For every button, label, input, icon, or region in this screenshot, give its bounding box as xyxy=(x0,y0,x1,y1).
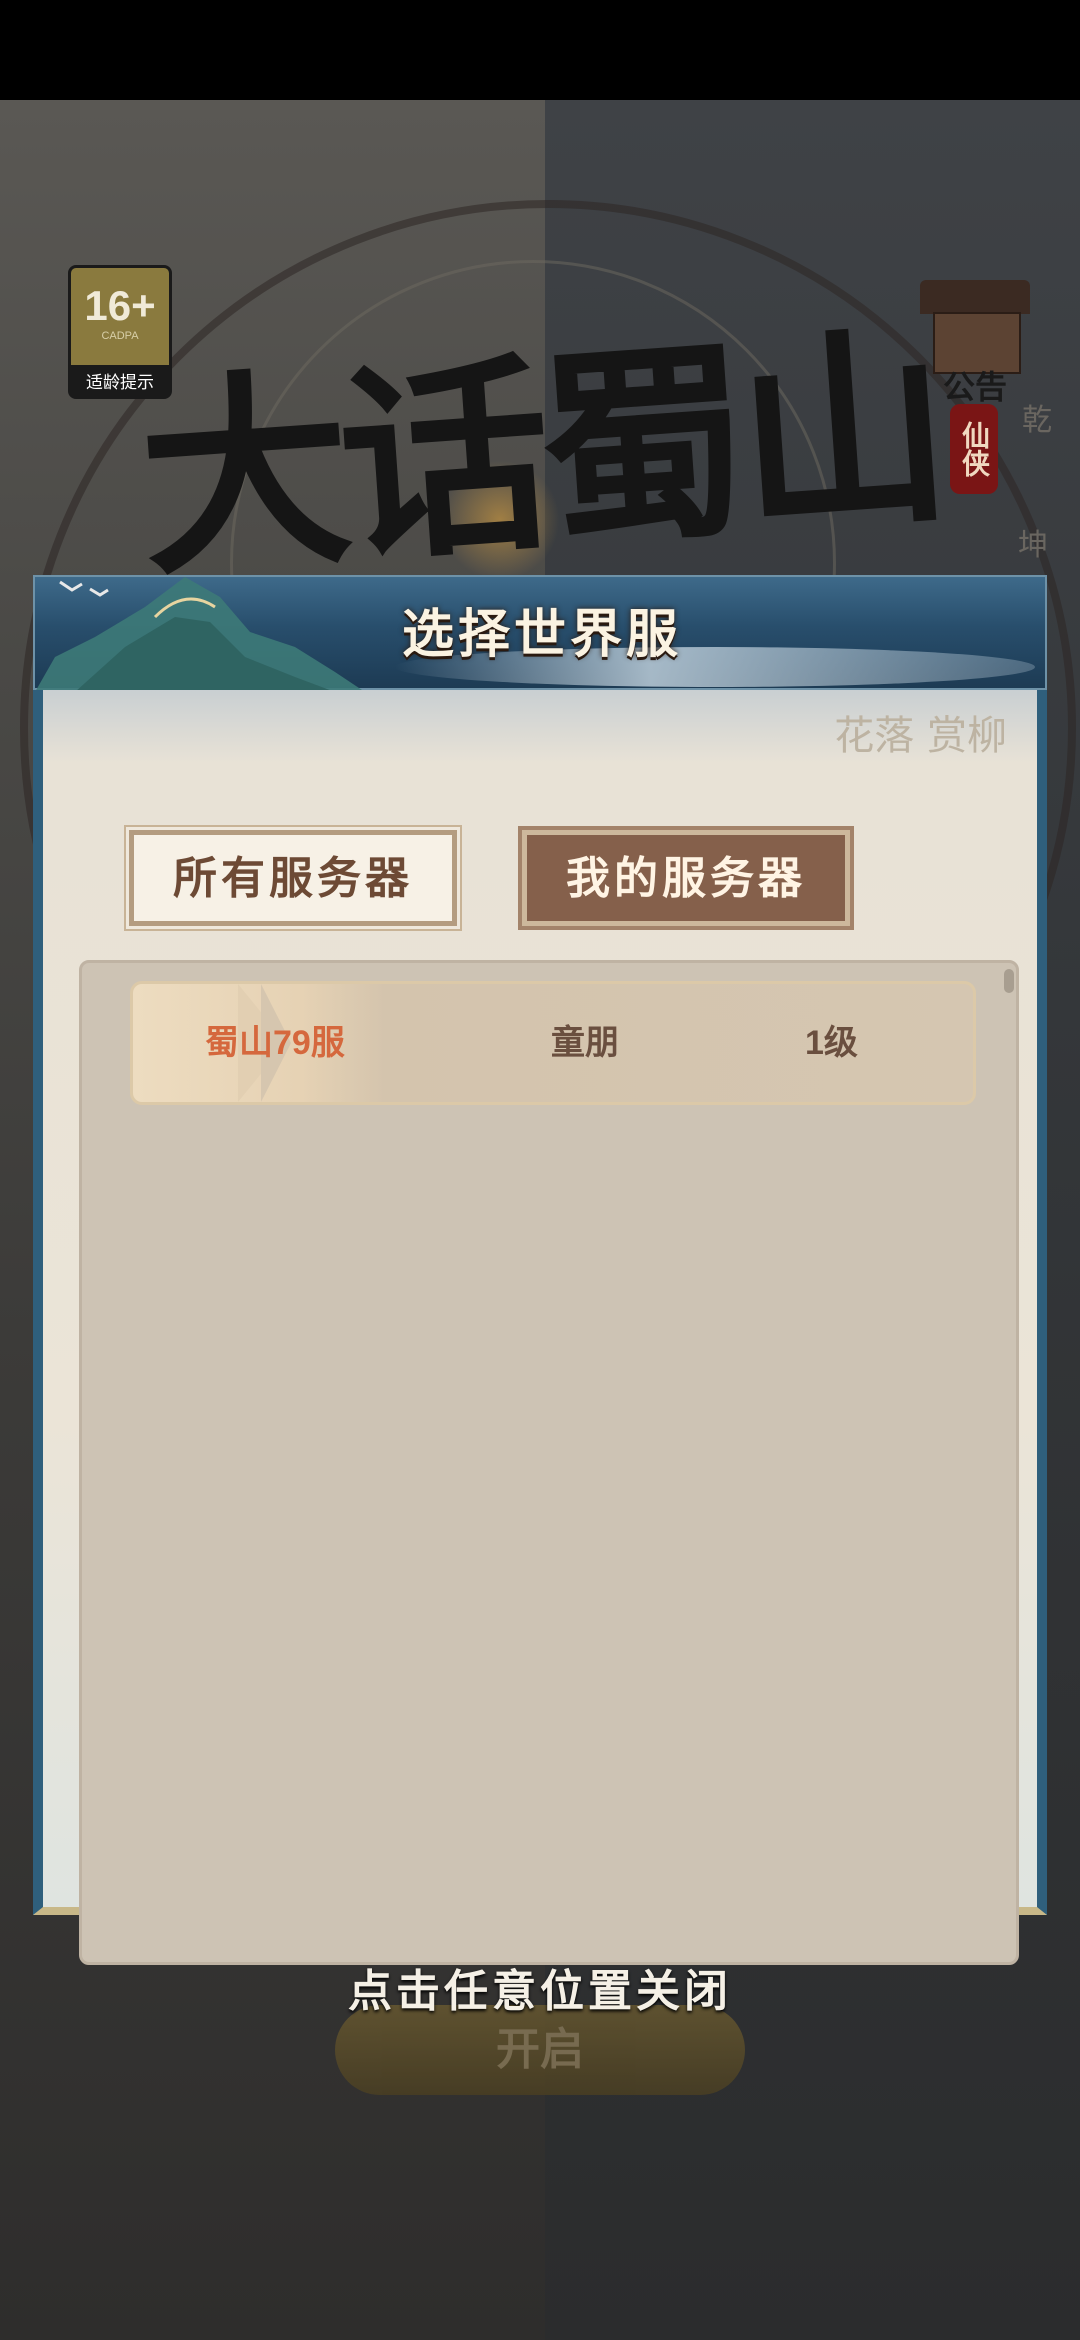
pavilion-icon xyxy=(920,280,1030,314)
close-hint: 点击任意位置关闭 xyxy=(348,1966,732,2017)
dialog-body: 花落 赏柳 所有服务器 我的服务器 蜀山79服 童朋 1级 xyxy=(33,690,1047,1965)
server-name: 蜀山79服 xyxy=(205,1024,345,1062)
game-logo-title: 大话蜀山 xyxy=(132,303,948,606)
server-list[interactable]: 蜀山79服 童朋 1级 xyxy=(79,960,1019,1965)
scrollbar[interactable] xyxy=(1004,969,1014,993)
side-char-qian: 乾 xyxy=(1022,403,1052,438)
calligraphy-decoration: 花落 赏柳 xyxy=(834,713,1007,759)
dialog-header: 选择世界服 xyxy=(33,575,1047,692)
status-bar xyxy=(0,0,1080,100)
age-rating-label: 适龄提示 xyxy=(71,365,169,396)
notice-button[interactable]: 公告 仙侠 xyxy=(915,270,1035,500)
age-rating-number: 16+ xyxy=(84,282,156,329)
server-role-level: 1级 xyxy=(805,1024,858,1062)
age-rating-org: CADPA xyxy=(101,330,139,342)
notice-label: 公告 xyxy=(942,368,1007,406)
server-select-dialog: 选择世界服 花落 赏柳 所有服务器 我的服务器 蜀山79服 童朋 1级 xyxy=(33,575,1047,1965)
server-row[interactable]: 蜀山79服 童朋 1级 xyxy=(130,981,976,1105)
age-rating-badge[interactable]: 16+ CADPA 适龄提示 xyxy=(68,265,172,399)
tab-all-servers[interactable]: 所有服务器 xyxy=(126,827,460,929)
genre-tag: 仙侠 xyxy=(950,404,998,494)
tab-my-servers[interactable]: 我的服务器 xyxy=(522,830,850,926)
side-char-kun: 坤 xyxy=(1018,528,1048,563)
dialog-title: 选择世界服 xyxy=(401,604,682,665)
server-role-name: 童朋 xyxy=(551,1024,619,1062)
